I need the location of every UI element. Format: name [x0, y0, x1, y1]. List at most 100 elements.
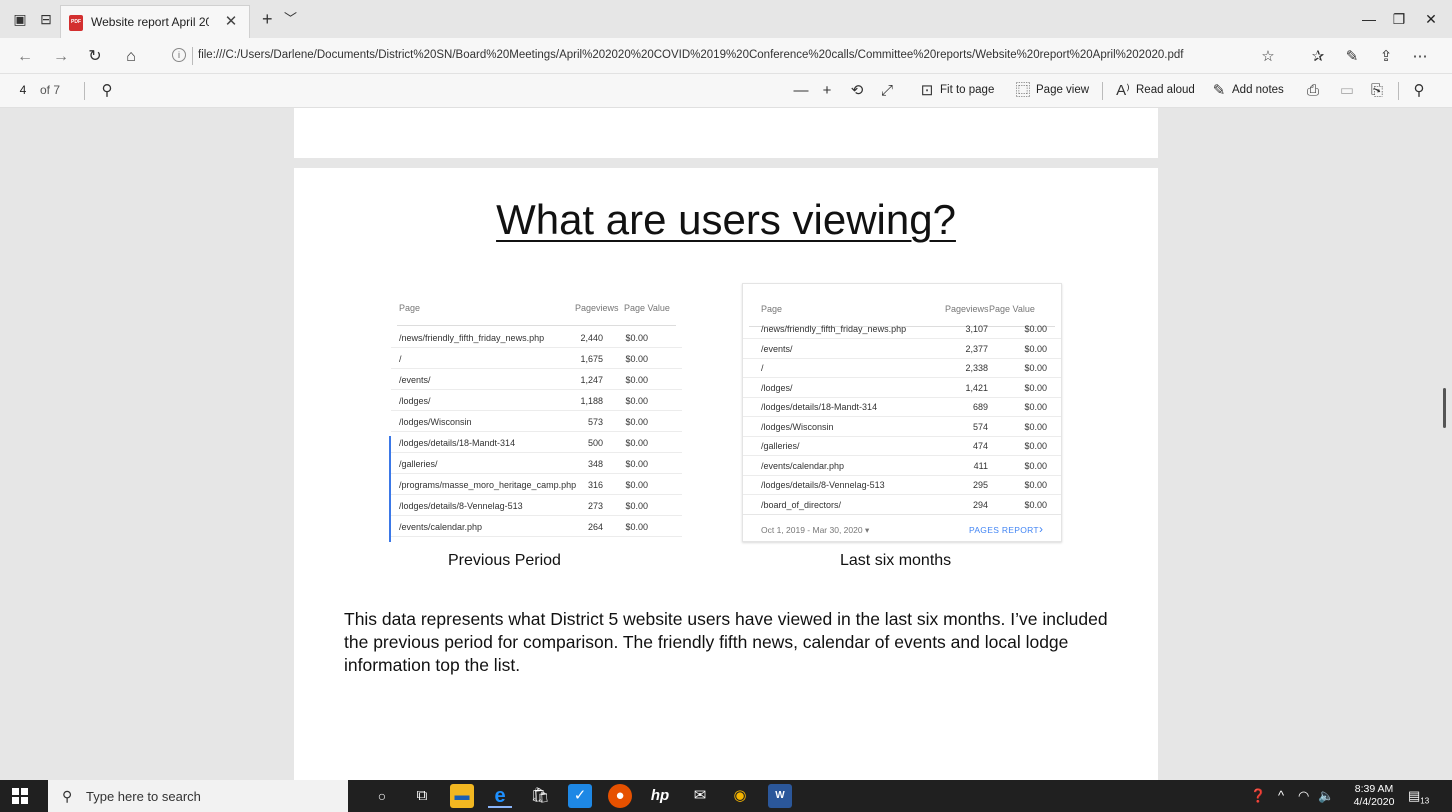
row-pageviews: 574	[972, 421, 988, 432]
row-pageviews: 295	[972, 480, 988, 490]
table-row: /events/1,247 $0.00	[391, 371, 682, 390]
row-page-path: /events/calendar.php	[761, 460, 845, 471]
pdf-toolbar: 4 of 7 ⚲ — + ⟲ ⤢ ⊡ Fit to page ⿴ Page vi…	[0, 74, 1452, 108]
previous-page	[294, 108, 1158, 158]
row-page-value: $0.00	[625, 438, 648, 448]
app-icon-blue[interactable]: ✓	[568, 784, 592, 808]
row-page-value: $0.00	[1024, 402, 1047, 412]
zoom-out-icon[interactable]: —	[790, 80, 812, 102]
pdf-document-area[interactable]: What are users viewing? Page Pageviews P…	[0, 108, 1438, 780]
row-pageviews: 316	[587, 480, 603, 490]
action-center-icon[interactable]: ▤13	[1408, 788, 1429, 806]
rotate-icon[interactable]: ⟲	[846, 80, 868, 102]
scrollbar-thumb[interactable]	[1443, 388, 1446, 428]
print-icon[interactable]: ⎙	[1302, 80, 1324, 102]
chrome-icon[interactable]: ◉	[728, 784, 752, 808]
row-pageviews: 1,247	[580, 375, 603, 385]
tab-list-chevron-icon[interactable]: ﹀	[284, 9, 297, 29]
windows-start-icon[interactable]	[12, 788, 28, 804]
edge-browser-icon[interactable]: e	[488, 784, 512, 808]
toolbar-divider	[1398, 82, 1399, 100]
full-screen-icon[interactable]: ⤢	[876, 80, 898, 102]
row-page-path: /	[761, 363, 764, 373]
table-row: /events/calendar.php 411 $0.00	[743, 457, 1061, 476]
table-row: /lodges/details/8-Vennelag-513 273 $0.00	[391, 497, 682, 516]
tab-actions-icon[interactable]: ▣	[10, 9, 30, 29]
refresh-icon[interactable]: ↻	[84, 46, 106, 68]
close-window-button[interactable]: ✕	[1416, 9, 1446, 29]
row-pageviews: 1,188	[580, 396, 603, 406]
set-tabs-aside-icon[interactable]: ⊟	[36, 9, 56, 29]
tab-close-icon[interactable]: ✕	[221, 12, 241, 32]
fit-to-page-icon[interactable]: ⊡	[916, 80, 938, 102]
column-header-page: Page	[761, 304, 783, 314]
row-page-path: /lodges/Wisconsin	[399, 417, 472, 427]
table-row: /lodges/details/18-Mandt-314 689 $0.00	[743, 398, 1061, 417]
caption-last-six-months: Last six months	[840, 552, 952, 569]
table-row: /galleries/474 $0.00	[743, 437, 1061, 456]
mail-icon[interactable]: ✉	[688, 784, 712, 808]
row-page-value: $0.00	[625, 333, 648, 343]
favorite-star-icon[interactable]: ☆	[1256, 46, 1280, 68]
hp-icon[interactable]: hp	[648, 784, 672, 808]
add-notes-pen-icon[interactable]: ✎	[1208, 80, 1230, 102]
file-explorer-icon[interactable]: ▬	[450, 784, 474, 808]
read-aloud-icon[interactable]: A⁾	[1112, 80, 1134, 102]
table-row: /board_of_directors/294 $0.00	[743, 496, 1061, 515]
row-page-value: $0.00	[625, 396, 648, 406]
search-icon[interactable]: ⚲	[96, 80, 118, 102]
web-note-pen-icon[interactable]: ✎	[1340, 46, 1364, 68]
save-as-icon[interactable]: ⎘	[1366, 80, 1388, 102]
vertical-scrollbar[interactable]	[1438, 108, 1452, 780]
current-page: What are users viewing? Page Pageviews P…	[294, 168, 1158, 780]
minimize-button[interactable]: —	[1354, 9, 1384, 29]
row-page-path: /programs/masse_moro_heritage_camp.php	[399, 480, 577, 490]
new-tab-button[interactable]: +	[262, 9, 273, 29]
share-icon[interactable]: ⇪	[1374, 46, 1398, 68]
system-clock[interactable]: 8:39 AM 4/4/2020	[1352, 783, 1396, 809]
row-page-value: $0.00	[625, 480, 648, 490]
forward-arrow-icon[interactable]: →	[50, 46, 72, 68]
task-view-icon[interactable]: ⧉	[410, 784, 434, 808]
caption-previous-period: Previous Period	[448, 552, 561, 569]
fit-to-page-button[interactable]: Fit to page	[940, 84, 994, 96]
row-page-value: $0.00	[625, 417, 648, 427]
show-hidden-icons-chevron-icon[interactable]: ^	[1278, 788, 1284, 803]
back-arrow-icon[interactable]: ←	[14, 46, 36, 68]
add-notes-button[interactable]: Add notes	[1232, 84, 1284, 96]
pin-toolbar-icon[interactable]: ⚲	[1408, 80, 1430, 102]
help-icon[interactable]: ❓	[1250, 788, 1266, 804]
row-page-path: /events/	[761, 343, 793, 354]
column-header-page-value: Page Value	[624, 303, 670, 313]
cortana-icon[interactable]: ○	[370, 784, 394, 808]
browser-tab-strip: ▣ ⊟ Website report April 20: ✕ + ﹀ — ❐ ✕	[0, 0, 1452, 38]
clock-time: 8:39 AM	[1354, 783, 1394, 795]
word-icon[interactable]: W	[768, 784, 792, 808]
url-text[interactable]: file:///C:/Users/Darlene/Documents/Distr…	[198, 49, 1183, 61]
column-header-page: Page	[399, 303, 421, 313]
site-info-icon[interactable]: i	[172, 48, 186, 62]
page-view-button[interactable]: Page view	[1036, 84, 1089, 96]
row-pageviews: 3,107	[965, 324, 988, 334]
app-icon-orange[interactable]: ●	[608, 784, 632, 808]
page-number-input[interactable]: 4	[14, 83, 32, 97]
row-page-value: $0.00	[625, 522, 648, 532]
favorites-list-icon[interactable]: ✰	[1306, 46, 1330, 68]
store-icon[interactable]: 🛍	[528, 784, 552, 808]
volume-icon[interactable]: 🔈	[1318, 788, 1334, 804]
browser-tab-active[interactable]: Website report April 20: ✕	[60, 5, 250, 38]
zoom-in-icon[interactable]: +	[816, 80, 838, 102]
save-icon[interactable]: ▭	[1336, 80, 1358, 102]
restore-button[interactable]: ❐	[1384, 9, 1414, 29]
wifi-icon[interactable]: ◠	[1298, 788, 1309, 804]
row-page-path: /	[399, 354, 402, 364]
home-icon[interactable]: ⌂	[120, 46, 142, 68]
more-options-icon[interactable]: ⋯	[1408, 46, 1432, 68]
pdf-file-icon	[69, 15, 83, 31]
url-field[interactable]: i file:///C:/Users/Darlene/Documents/Dis…	[166, 43, 1280, 69]
page-view-icon[interactable]: ⿴	[1012, 80, 1034, 102]
clock-date: 4/4/2020	[1353, 796, 1395, 808]
read-aloud-button[interactable]: Read aloud	[1136, 84, 1195, 96]
taskbar-search-box[interactable]: ⚲ Type here to search	[48, 780, 348, 812]
row-pageviews: 2,377	[965, 343, 988, 354]
